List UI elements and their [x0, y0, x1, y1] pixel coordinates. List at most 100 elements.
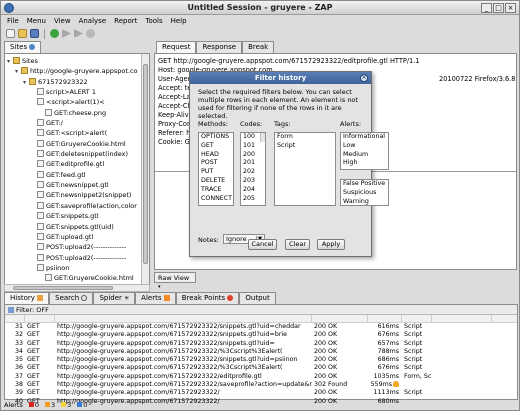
cancel-button[interactable]: Cancel: [248, 239, 277, 250]
tree-node[interactable]: GET:snippets.gtl: [5, 211, 142, 221]
info-alerts-count[interactable]: 0: [77, 400, 87, 410]
alert-risk-option[interactable]: Low: [341, 142, 388, 151]
tree-node[interactable]: psiinon: [5, 263, 142, 273]
clear-button[interactable]: Clear: [285, 239, 310, 250]
tree-node[interactable]: GET:GruyereCookie.html: [5, 273, 142, 283]
tree-node[interactable]: ▾ 671572923322: [5, 77, 142, 87]
tab-response[interactable]: Response: [196, 41, 243, 53]
tree-node[interactable]: GET:newsnippet2(snippet): [5, 190, 142, 200]
code-option[interactable]: 200: [241, 151, 265, 160]
maximize-button[interactable]: □: [493, 3, 504, 13]
table-row[interactable]: 33 GET http://google-gruyere.appspot.com/6…: [5, 340, 517, 348]
tab-break-points[interactable]: Break Points: [175, 292, 240, 304]
alert-reliability-option[interactable]: Suspicious: [341, 189, 388, 198]
raw-view-select[interactable]: Raw View ▾: [154, 272, 196, 290]
menu-view[interactable]: View: [54, 17, 71, 25]
tree-node[interactable]: GET:snippets.gtl(uid): [5, 222, 142, 232]
menu-help[interactable]: Help: [171, 17, 187, 25]
alert-reliability-option[interactable]: False Positive: [341, 180, 388, 189]
close-window-button[interactable]: ×: [505, 3, 516, 13]
code-option[interactable]: 202: [241, 168, 265, 177]
tag-option[interactable]: Script: [275, 142, 335, 151]
step-icon[interactable]: [62, 29, 71, 38]
alert-risk-option[interactable]: Medium: [341, 151, 388, 160]
high-alerts-count[interactable]: 0: [28, 400, 39, 410]
drop-icon[interactable]: [86, 29, 95, 38]
code-option[interactable]: 205: [241, 195, 265, 204]
code-option[interactable]: 101: [241, 142, 265, 151]
scroll-thumb[interactable]: [143, 64, 148, 264]
method-option[interactable]: HEAD: [199, 151, 233, 160]
tag-option[interactable]: Form: [275, 133, 335, 142]
code-option[interactable]: 201: [241, 159, 265, 168]
column-header[interactable]: [432, 315, 492, 322]
sites-vertical-scrollbar[interactable]: [141, 54, 149, 284]
column-header[interactable]: [55, 315, 312, 322]
method-option[interactable]: POST: [199, 159, 233, 168]
alert-reliability-list[interactable]: False Positive Suspicious Warning: [340, 179, 389, 206]
open-session-icon[interactable]: [18, 29, 27, 38]
table-row[interactable]: 37 GET http://google-gruyere.appspot.com/6…: [5, 373, 517, 381]
column-header[interactable]: [368, 315, 402, 322]
menu-analyse[interactable]: Analyse: [79, 17, 107, 25]
tree-node[interactable]: ▾ http://google-gruyere.appspot.co: [5, 66, 142, 76]
codes-scrollbar[interactable]: [260, 133, 265, 142]
tree-node[interactable]: GET:GruyereCookie.html: [5, 139, 142, 149]
alert-risk-option[interactable]: High: [341, 159, 388, 168]
method-option[interactable]: CONNECT: [199, 195, 233, 204]
tab-break[interactable]: Break: [242, 41, 275, 53]
sites-tree-panel[interactable]: ▾ Sites ▾ http://google-gruyere.appspot.co ▾…: [4, 53, 150, 285]
menu-edit[interactable]: Menu: [27, 17, 46, 25]
continue-icon[interactable]: [74, 29, 83, 38]
scroll-thumb[interactable]: [13, 286, 113, 290]
method-option[interactable]: GET: [199, 142, 233, 151]
tree-node[interactable]: GET:editprofile.gtl: [5, 159, 142, 169]
code-option[interactable]: 203: [241, 177, 265, 186]
methods-list[interactable]: OPTIONS GET HEAD POST PUT DELETE TRACE CONNECT: [198, 132, 234, 206]
table-row[interactable]: 39 GET http://google-gruyere.appspot.com/6…: [5, 389, 517, 397]
column-header[interactable]: [312, 315, 368, 322]
tab-request[interactable]: Request: [156, 41, 197, 53]
method-option[interactable]: TRACE: [199, 186, 233, 195]
table-row[interactable]: 31 GET http://google-gruyere.appspot.com/6…: [5, 323, 517, 331]
tree-node[interactable]: POST:upload2(--------------: [5, 242, 142, 252]
menu-file[interactable]: File: [7, 17, 19, 25]
tree-node[interactable]: GET:saveprofile(action,color: [5, 201, 142, 211]
tree-node[interactable]: POST:upload2(--------------: [5, 253, 142, 263]
apply-button[interactable]: Apply: [317, 239, 345, 250]
method-option[interactable]: PUT: [199, 168, 233, 177]
alert-reliability-option[interactable]: Warning: [341, 198, 388, 205]
new-session-icon[interactable]: [6, 29, 15, 38]
table-row[interactable]: 38 GET http://google-gruyere.appspot.com/6…: [5, 381, 517, 389]
tree-node[interactable]: script>ALERT 1: [5, 87, 142, 97]
tab-sites[interactable]: Sites: [4, 41, 42, 53]
table-row[interactable]: 34 GET http://google-gruyere.appspot.com/6…: [5, 348, 517, 356]
tree-node[interactable]: GET:newsnippet.gtl: [5, 180, 142, 190]
sites-horizontal-scrollbar[interactable]: [4, 284, 150, 292]
table-row[interactable]: 32 GET http://google-gruyere.appspot.com/6…: [5, 331, 517, 339]
column-header[interactable]: [402, 315, 432, 322]
tree-node[interactable]: GET:upload.gtl: [5, 232, 142, 242]
code-option[interactable]: 204: [241, 186, 265, 195]
tab-alerts[interactable]: Alerts: [135, 292, 176, 304]
tree-node[interactable]: GET:<script>alert(: [5, 128, 142, 138]
filter-row[interactable]: Filter: OFF: [5, 305, 517, 315]
column-header[interactable]: [5, 315, 25, 322]
tree-node[interactable]: ▾ Sites: [5, 56, 142, 66]
column-header[interactable]: [25, 315, 55, 322]
low-alerts-count[interactable]: 3: [61, 400, 71, 410]
alert-risk-option[interactable]: Informational: [341, 133, 388, 142]
tree-node[interactable]: <script>alert(1)<: [5, 97, 142, 107]
tree-node[interactable]: GET:deletesnippet(index): [5, 149, 142, 159]
minimize-button[interactable]: _: [481, 3, 492, 13]
menu-report[interactable]: Report: [114, 17, 137, 25]
method-option[interactable]: DELETE: [199, 177, 233, 186]
table-row[interactable]: 35 GET http://google-gruyere.appspot.com/6…: [5, 356, 517, 364]
tab-spider[interactable]: Spider ✳: [93, 292, 136, 304]
save-session-icon[interactable]: [30, 29, 39, 38]
medium-alerts-count[interactable]: 3: [45, 400, 55, 410]
tab-history[interactable]: History: [4, 292, 50, 304]
table-row[interactable]: 36 GET http://google-gruyere.appspot.com/6…: [5, 364, 517, 372]
tree-node[interactable]: GET:feed.gtl: [5, 170, 142, 180]
tags-list[interactable]: Form Script: [274, 132, 336, 206]
